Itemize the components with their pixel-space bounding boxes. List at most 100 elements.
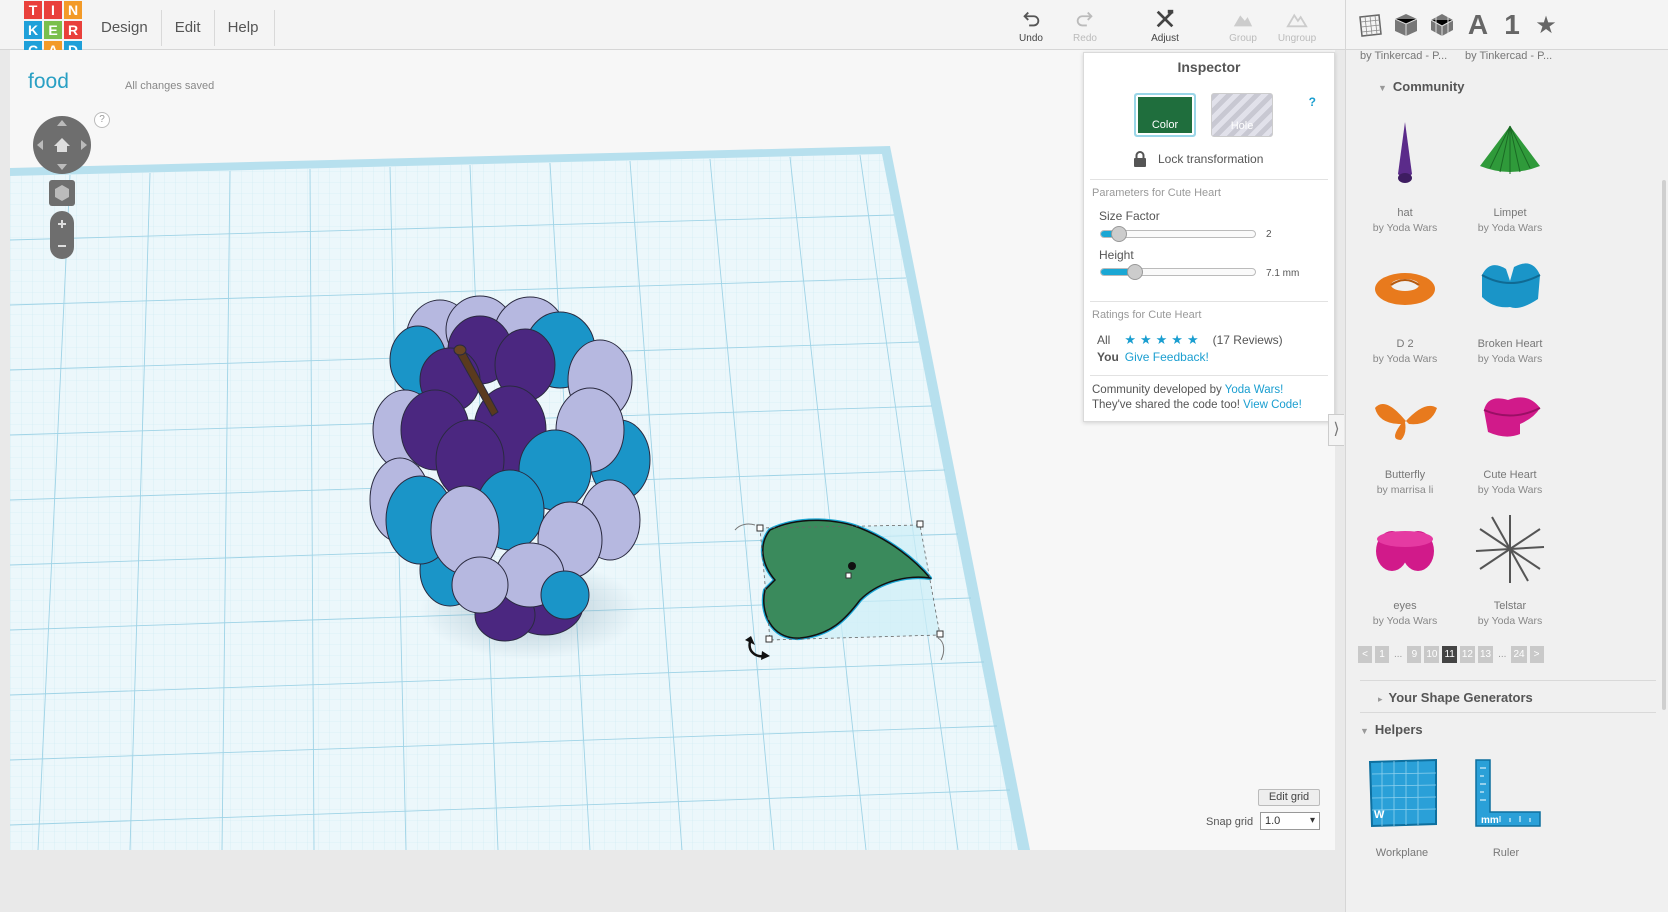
page-button[interactable]: 1 — [1375, 646, 1389, 663]
shape-cute-heart[interactable]: Cute Heart by Yoda Wars — [1460, 378, 1560, 496]
save-status: All changes saved — [125, 80, 215, 92]
edit-grid-button[interactable]: Edit grid — [1258, 789, 1320, 806]
shape-generators-header[interactable]: ▸ Your Shape Generators — [1378, 690, 1533, 705]
helper-name: Workplane — [1375, 847, 1429, 859]
d2-shape-icon — [1375, 273, 1435, 305]
sphere-icon[interactable] — [1426, 10, 1458, 40]
logo-letter: N — [64, 1, 82, 19]
view-code-link[interactable]: View Code! — [1243, 399, 1302, 411]
helper-ruler[interactable]: mm Ruler — [1456, 756, 1556, 859]
prev-page-button[interactable]: < — [1358, 646, 1372, 663]
shape-limpet[interactable]: Limpet by Yoda Wars — [1460, 116, 1560, 234]
shape-name: D 2 — [1396, 338, 1414, 350]
color-swatch-button[interactable]: Color — [1134, 93, 1196, 137]
logo-letter: R — [64, 21, 82, 39]
helpers-section-header[interactable]: ▼ Helpers — [1360, 722, 1423, 737]
shapes-panel: by Tinkercad - P... by Tinkercad - P... … — [1345, 50, 1668, 912]
undo-icon — [1023, 11, 1040, 27]
view-cube-controls[interactable] — [32, 114, 94, 264]
rating-you-row: You Give Feedback! — [1097, 350, 1209, 364]
workplane-icon[interactable] — [1354, 10, 1386, 40]
hole-swatch-button[interactable]: Hole — [1211, 93, 1273, 137]
community-section-header[interactable]: ▼ Community — [1378, 79, 1464, 94]
size-factor-slider[interactable] — [1100, 226, 1256, 242]
panel-scrollbar[interactable] — [1662, 180, 1666, 710]
redo-icon — [1076, 11, 1093, 27]
undo-button[interactable]: Undo — [1004, 8, 1058, 44]
menu-design[interactable]: Design — [88, 10, 162, 46]
group-button[interactable]: Group — [1216, 8, 1270, 44]
helper-workplane[interactable]: W Workplane — [1352, 756, 1452, 859]
logo-letter: I — [44, 1, 62, 19]
menu-edit[interactable]: Edit — [162, 10, 215, 46]
svg-text:W: W — [1374, 809, 1385, 821]
color-label: Color — [1151, 119, 1179, 131]
params-title: Parameters for Cute Heart — [1092, 187, 1221, 199]
workplane-helper-icon: W — [1368, 758, 1437, 828]
shape-broken-heart[interactable]: Broken Heart by Yoda Wars — [1460, 247, 1560, 365]
menu-help[interactable]: Help — [215, 10, 276, 46]
logo-letter: T — [24, 1, 42, 19]
redo-label: Redo — [1073, 33, 1097, 44]
page-button[interactable]: 11 — [1442, 646, 1457, 663]
view-help-button[interactable]: ? — [94, 112, 110, 128]
helpers-title: Helpers — [1374, 722, 1423, 737]
shape-author: by Yoda Wars — [1477, 222, 1543, 234]
shape-author: by Yoda Wars — [1477, 353, 1543, 365]
page-button[interactable]: 10 — [1424, 646, 1440, 663]
give-feedback-link[interactable]: Give Feedback! — [1125, 350, 1209, 364]
shape-name: eyes — [1393, 600, 1417, 612]
star-icon[interactable]: ★ — [1530, 10, 1562, 40]
main-menu: Design Edit Help — [88, 10, 276, 46]
limpet-shape-icon — [1480, 125, 1540, 174]
number-one-icon[interactable]: 1 — [1496, 9, 1528, 40]
snap-grid-label: Snap grid — [1206, 816, 1254, 828]
slider-knob[interactable] — [1126, 264, 1143, 280]
lock-transformation-toggle[interactable]: Lock transformation — [1132, 151, 1263, 167]
snap-grid-select[interactable]: 1.0 — [1260, 812, 1320, 830]
height-slider[interactable] — [1100, 264, 1256, 280]
slider-knob[interactable] — [1111, 226, 1128, 242]
param-size-factor-label: Size Factor — [1099, 209, 1160, 223]
page-button[interactable]: 9 — [1407, 646, 1422, 663]
page-button[interactable]: 24 — [1511, 646, 1527, 663]
redo-button[interactable]: Redo — [1058, 8, 1112, 44]
shape-author: by Yoda Wars — [1477, 615, 1543, 627]
param-height-label: Height — [1099, 248, 1134, 262]
box-icon[interactable] — [1390, 10, 1422, 40]
shape-telstar[interactable]: Telstar by Yoda Wars — [1460, 509, 1560, 627]
community-title: Community — [1392, 79, 1465, 94]
shape-hat[interactable]: hat by Yoda Wars — [1355, 116, 1455, 234]
shape-name: hat — [1397, 207, 1413, 219]
project-title[interactable]: food — [28, 70, 69, 94]
cute-heart-shape-icon — [1483, 397, 1541, 437]
community-pager: <1... 9 10 11 12 13... 24 > — [1358, 646, 1544, 663]
adjust-button[interactable]: Adjust — [1138, 8, 1192, 44]
telstar-shape-icon — [1475, 515, 1545, 583]
collapse-panel-button[interactable]: ⟩ — [1328, 414, 1344, 446]
page-button[interactable]: 13 — [1477, 646, 1494, 663]
logo-letter: E — [44, 21, 62, 39]
top-byline-2: by Tinkercad - P... — [1465, 50, 1553, 62]
divider — [1090, 301, 1328, 302]
shape-author: by Yoda Wars — [1372, 615, 1438, 627]
top-byline-1: by Tinkercad - P... — [1360, 50, 1448, 62]
ungroup-button[interactable]: Ungroup — [1270, 8, 1324, 44]
divider — [1360, 712, 1656, 713]
letter-a-icon[interactable]: A — [1462, 9, 1494, 40]
page-button[interactable]: 12 — [1459, 646, 1475, 663]
ungroup-label: Ungroup — [1277, 33, 1317, 44]
inspector-help-button[interactable]: ? — [1309, 95, 1316, 109]
shape-eyes[interactable]: eyes by Yoda Wars — [1355, 509, 1455, 627]
next-page-button[interactable]: > — [1529, 646, 1544, 663]
shape-butterfly[interactable]: Butterfly by marrisa li — [1355, 378, 1455, 496]
inspector-panel: Inspector ? Color Hole Lock transformati… — [1083, 52, 1335, 422]
author-link[interactable]: Yoda Wars! — [1225, 384, 1284, 396]
shape-category-tabs: A 1 ★ — [1345, 0, 1668, 50]
generators-title: Your Shape Generators — [1388, 690, 1533, 705]
top-bar: TINKERCAD Design Edit Help Undo Redo Adj… — [0, 0, 1668, 59]
page-button: ... — [1498, 649, 1507, 660]
shape-d2[interactable]: D 2 by Yoda Wars — [1355, 247, 1455, 365]
shape-name: Cute Heart — [1483, 469, 1537, 481]
adjust-label: Adjust — [1151, 33, 1179, 44]
